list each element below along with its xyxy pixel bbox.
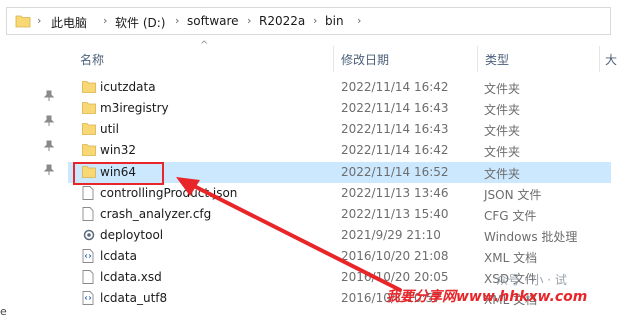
annotation-arrow-icon (176, 177, 402, 292)
watermark: 我要分享网www.hhkxw.com (386, 289, 588, 305)
